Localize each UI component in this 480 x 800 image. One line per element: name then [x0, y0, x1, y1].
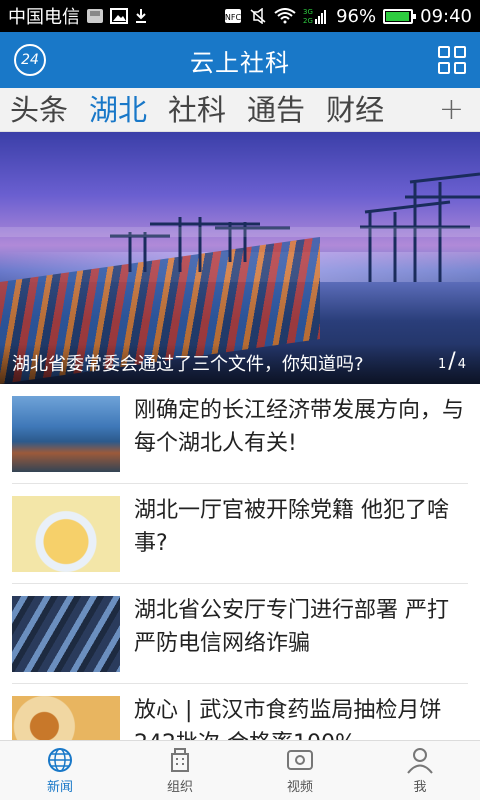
hero-title[interactable]: 湖北省委常委会通过了三个文件，你知道吗?: [12, 350, 364, 376]
app-header: 24 云上社科: [0, 32, 480, 88]
news-title: 放心 | 武汉市食药监局抽检月饼242批次 合格率100%: [134, 698, 442, 740]
vibrate-mute-icon: [249, 8, 267, 24]
tab-me-label: 我: [413, 780, 427, 795]
clock: 09:40: [420, 5, 472, 27]
list-item[interactable]: 放心 | 武汉市食药监局抽检月饼242批次 合格率100%: [12, 684, 468, 740]
list-item[interactable]: 湖北一厅官被开除党籍 他犯了啥事?: [12, 484, 468, 584]
download-icon: [134, 8, 148, 24]
person-icon: [407, 748, 433, 774]
battery-icon: [383, 8, 417, 24]
hero-page-current: 1: [438, 357, 447, 372]
svg-text:3G: 3G: [303, 8, 313, 16]
add-tab-icon[interactable]: +: [439, 92, 464, 127]
status-bar: 中国电信 NFC 3G 2G 96% 09:40: [0, 0, 480, 32]
news-list: 刚确定的长江经济带发展方向，与每个湖北人有关! 湖北一厅官被开除党籍 他犯了啥事…: [0, 384, 480, 740]
news-thumbnail: [12, 596, 120, 672]
tab-finance[interactable]: 财经: [326, 88, 384, 132]
building-icon: [171, 748, 189, 772]
news-thumbnail: [12, 696, 120, 740]
signal-icon: 3G 2G: [303, 7, 329, 25]
video-icon: [287, 750, 313, 770]
tab-video-label: 视频: [286, 780, 313, 795]
tab-hubei[interactable]: 湖北: [89, 88, 147, 132]
news-24-label: 24: [21, 52, 39, 68]
news-thumbnail: [12, 496, 120, 572]
category-tabs: 头条 湖北 社科 通告 财经 +: [0, 88, 480, 132]
bottom-tab-bar: 新闻 组织 视频 我: [0, 740, 480, 800]
tab-social-science[interactable]: 社科: [168, 88, 226, 132]
battery-percent: 96%: [336, 5, 377, 27]
tab-news-label: 新闻: [46, 780, 73, 795]
nfc-icon: NFC: [224, 8, 242, 24]
hero-pagination: 1/4: [438, 349, 466, 374]
hero-banner[interactable]: 湖北省委常委会通过了三个文件，你知道吗? 1/4: [0, 132, 480, 384]
news-title: 湖北一厅官被开除党籍 他犯了啥事?: [134, 498, 449, 556]
tab-organization[interactable]: 组织: [120, 741, 240, 800]
list-item[interactable]: 湖北省公安厅专门进行部署 严打严防电信网络诈骗: [12, 584, 468, 684]
list-item[interactable]: 刚确定的长江经济带发展方向，与每个湖北人有关!: [12, 384, 468, 484]
tab-notice[interactable]: 通告: [247, 88, 305, 132]
tab-video[interactable]: 视频: [240, 741, 360, 800]
tab-organization-label: 组织: [166, 780, 193, 795]
sim-card-icon: [86, 8, 104, 24]
tab-news[interactable]: 新闻: [0, 741, 120, 800]
svg-text:NFC: NFC: [225, 13, 242, 22]
grid-menu-icon[interactable]: [438, 46, 466, 74]
globe-icon: [48, 748, 72, 772]
wifi-icon: [274, 8, 296, 24]
image-icon: [110, 8, 128, 24]
page-title: 云上社科: [190, 48, 290, 77]
tab-headline[interactable]: 头条: [10, 88, 68, 132]
news-title: 刚确定的长江经济带发展方向，与每个湖北人有关!: [134, 398, 465, 456]
news-thumbnail: [12, 396, 120, 472]
hero-page-total: 4: [457, 357, 466, 372]
tab-me[interactable]: 我: [360, 741, 480, 800]
svg-text:2G: 2G: [303, 17, 313, 25]
news-title: 湖北省公安厅专门进行部署 严打严防电信网络诈骗: [134, 598, 449, 656]
news-24-button[interactable]: 24: [14, 44, 46, 76]
carrier-label: 中国电信: [8, 7, 80, 28]
